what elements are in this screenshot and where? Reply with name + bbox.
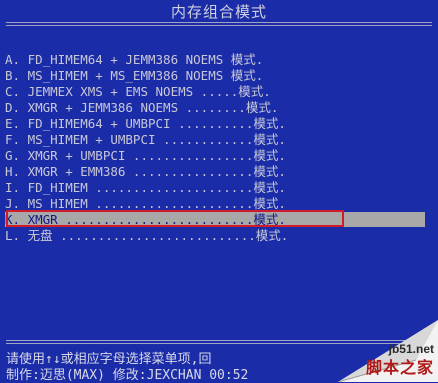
watermark: jb51.net 脚本之家: [298, 320, 438, 382]
menu-item-g[interactable]: G. XMGR + UMBPCI ................模式.: [5, 148, 425, 163]
credits-text: 制作:迈思(MAX) 修改:JEXCHAN 00:52: [6, 368, 249, 383]
menu-title: 内存组合模式: [170, 3, 267, 21]
selection-highlight-box: [6, 210, 344, 227]
watermark-name: 脚本之家: [365, 360, 434, 377]
menu-item-e[interactable]: E. FD_HIMEM64 + UMBPCI ..........模式.: [5, 116, 425, 131]
menu-item-d[interactable]: D. XMGR + JEMM386 NOEMS ........模式.: [5, 100, 425, 115]
menu-item-l[interactable]: L. 无盘 ..........................模式.: [5, 228, 425, 243]
top-divider: [6, 22, 432, 26]
menu-item-j[interactable]: J. MS_HIMEM .....................模式.: [5, 196, 425, 211]
help-text: 请使用↑↓或相应字母选择菜单项,回: [6, 352, 212, 367]
menu-item-h[interactable]: H. XMGR + EMM386 ................模式.: [5, 164, 425, 179]
menu-item-c[interactable]: C. JEMMEX XMS + EMS NOEMS .....模式.: [5, 84, 425, 99]
menu-item-f[interactable]: F. MS_HIMEM + UMBPCI ............模式.: [5, 132, 425, 147]
menu-item-b[interactable]: B. MS_HIMEM + MS_EMM386 NOEMS 模式.: [5, 68, 425, 83]
menu-item-a[interactable]: A. FD_HIMEM64 + JEMM386 NOEMS 模式.: [5, 52, 425, 67]
menu-item-i[interactable]: I. FD_HIMEM .....................模式.: [5, 180, 425, 195]
